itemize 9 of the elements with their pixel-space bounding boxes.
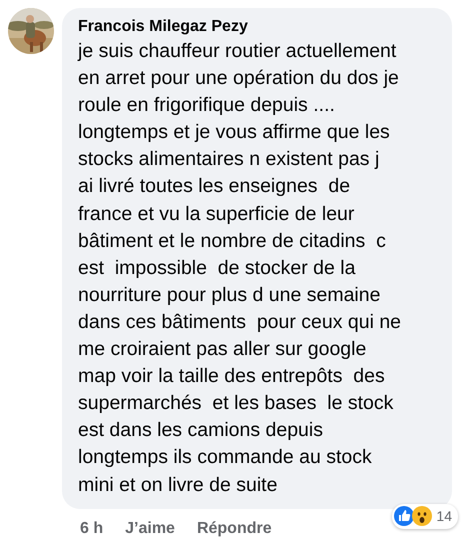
like-reaction-icon: [394, 506, 414, 526]
comment-text: je suis chauffeur routier actuellement en arret pour une opération du dos je roule en frigorifique depuis .... longtemps et je vous affirme que les stocks alimentaires n existent pas j ai livré toutes les enseignes de france et vu la superficie de leur bâtiment et le nombre de citadins c est impossible de stocker de la nourriture pour plus d une semaine dans ces bâtiments pour ceux qui ne me croiraient pas aller sur google map voir la taille des entrepôts des supermarchés et les bases le stock est dans les camions depuis longtemps ils commande au stock mini et on livre de suite: [78, 39, 402, 498]
timestamp[interactable]: 6 h: [80, 516, 104, 541]
wow-reaction-icon: [412, 506, 432, 526]
action-link[interactable]: J’aime: [125, 516, 175, 541]
action-link[interactable]: Répondre: [196, 516, 272, 541]
reaction-count: 14: [436, 506, 452, 526]
reaction-summary[interactable]: 14: [392, 504, 458, 529]
author-name[interactable]: Francois Milegaz Pezy: [78, 16, 438, 38]
